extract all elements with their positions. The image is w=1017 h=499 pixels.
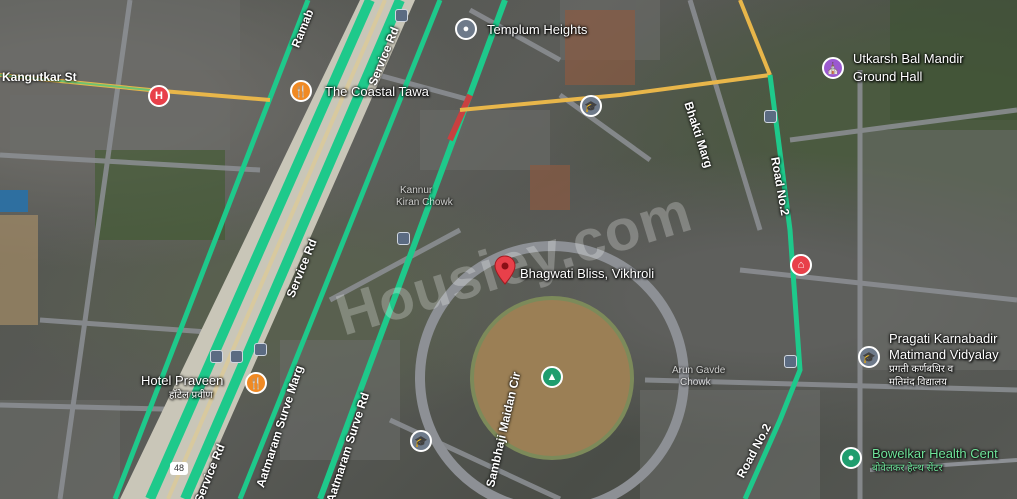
label-bowelkar-marathi: बोवेलकर हेल्थ सेंटर <box>872 463 943 474</box>
health-icon[interactable]: ● <box>840 447 862 469</box>
highway-shield: 48 <box>170 462 188 475</box>
hospital-icon[interactable]: H <box>148 85 170 107</box>
label-hotel-praveen-marathi: हॉटेल प्रवीण <box>169 390 213 401</box>
bus-stop-icon[interactable] <box>784 355 797 368</box>
label-chowk-1-line1: Kannur <box>400 185 433 196</box>
place-icon[interactable]: ● <box>455 18 477 40</box>
label-utkarsh-line1[interactable]: Utkarsh Bal Mandir <box>853 51 964 67</box>
bus-stop-icon[interactable] <box>764 110 777 123</box>
label-pragati-line1[interactable]: Pragati Karnabadir <box>889 331 997 347</box>
map-canvas[interactable]: Housiey.com Kangutkar St Ramab Service R… <box>0 0 1017 499</box>
temple-icon[interactable]: ⛪ <box>822 57 844 79</box>
label-hotel-praveen[interactable]: Hotel Praveen <box>141 373 223 389</box>
restaurant-icon[interactable]: 🍴 <box>245 372 267 394</box>
road-label-kangutkar: Kangutkar St <box>2 70 77 84</box>
restaurant-icon[interactable]: 🍴 <box>290 80 312 102</box>
label-bowelkar[interactable]: Bowelkar Health Cent <box>872 446 998 462</box>
school-icon[interactable]: 🎓 <box>410 430 432 452</box>
school-icon[interactable]: 🎓 <box>858 346 880 368</box>
park-icon[interactable]: ▲ <box>541 366 563 388</box>
label-bhagwati-bliss[interactable]: Bhagwati Bliss, Vikhroli <box>520 266 654 282</box>
bus-stop-icon[interactable] <box>230 350 243 363</box>
bus-stop-icon[interactable] <box>395 9 408 22</box>
bus-stop-icon[interactable] <box>254 343 267 356</box>
bus-stop-icon[interactable] <box>210 350 223 363</box>
label-pragati-line2[interactable]: Matimand Vidyalay <box>889 347 999 363</box>
label-pragati-marathi-1: प्रगती कर्णबधिर व <box>889 364 954 375</box>
label-coastal-tawa[interactable]: The Coastal Tawa <box>325 84 429 100</box>
label-utkarsh-line2[interactable]: Ground Hall <box>853 69 922 85</box>
label-chowk-1-line2: Kiran Chowk <box>396 197 453 208</box>
label-templum-heights[interactable]: Templum Heights <box>487 22 587 38</box>
label-chowk-2-line2: Chowk <box>680 377 711 388</box>
location-pin-icon[interactable] <box>494 255 516 285</box>
shop-icon[interactable]: ⌂ <box>790 254 812 276</box>
bus-stop-icon[interactable] <box>397 232 410 245</box>
school-icon[interactable]: 🎓 <box>580 95 602 117</box>
label-pragati-marathi-2: मतिमंद विद्यालय <box>889 377 947 388</box>
label-chowk-2-line1: Arun Gavde <box>672 365 726 376</box>
